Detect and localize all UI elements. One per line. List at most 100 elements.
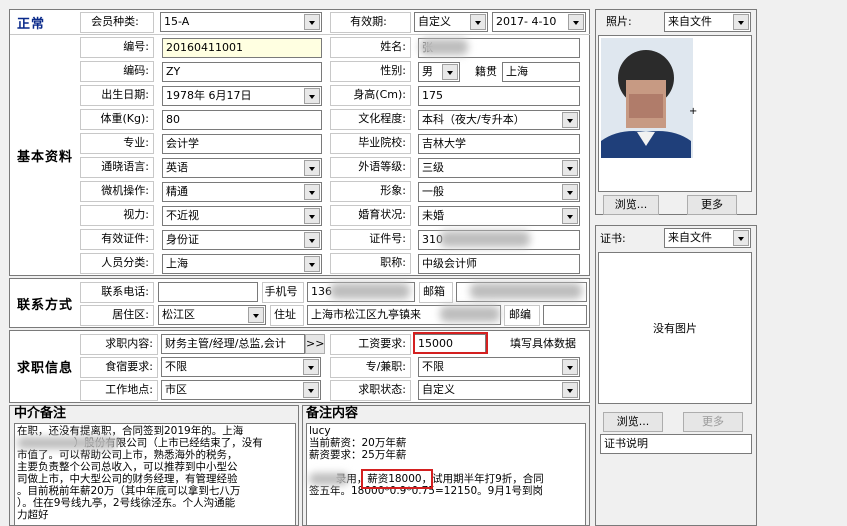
title-field[interactable]: 中级会计师 xyxy=(418,254,580,274)
chevron-down-icon[interactable] xyxy=(733,230,749,246)
valid-date-picker[interactable]: 2017- 4-10 xyxy=(492,12,586,32)
postcode-field[interactable] xyxy=(543,305,587,325)
certificate-frame: 没有图片 xyxy=(598,252,752,404)
code-field[interactable]: ZY xyxy=(162,62,322,82)
member-type-select[interactable]: 15-A xyxy=(160,12,322,32)
height-field[interactable]: 175 xyxy=(418,86,580,106)
valid-mode-select[interactable]: 自定义 xyxy=(414,12,488,32)
birth-date-picker[interactable]: 1978年 6月17日 xyxy=(162,86,322,106)
job-section-title: 求职信息 xyxy=(16,361,73,376)
chevron-down-icon[interactable] xyxy=(470,14,486,30)
code-label: 编码: xyxy=(80,61,154,82)
chevron-down-icon[interactable] xyxy=(562,160,578,176)
photo-more-button[interactable]: 更多 xyxy=(687,195,737,215)
redacted-mask xyxy=(440,231,530,247)
content-field[interactable]: 财务主管/经理/总监,会计 xyxy=(161,334,305,354)
photo-source-select[interactable]: 来自文件 xyxy=(664,12,751,32)
location-select[interactable]: 市区 xyxy=(161,380,321,400)
id-field[interactable]: 20160411001 xyxy=(162,38,322,58)
chevron-down-icon[interactable] xyxy=(303,359,319,375)
note-line: 力超好 xyxy=(17,509,49,521)
major-label: 专业: xyxy=(80,133,154,154)
redacted-mask xyxy=(17,437,117,449)
valid-label: 有效期: xyxy=(330,12,411,33)
computer-select[interactable]: 精通 xyxy=(162,182,322,202)
language-select[interactable]: 英语 xyxy=(162,158,322,178)
chevron-down-icon[interactable] xyxy=(303,382,319,398)
weight-field[interactable]: 80 xyxy=(162,110,322,130)
certificate-browse-button[interactable]: 浏览... xyxy=(603,412,663,432)
status-select[interactable]: 自定义 xyxy=(418,380,580,400)
image-select[interactable]: 一般 xyxy=(418,182,580,202)
district-label: 居住区: xyxy=(80,305,154,326)
chevron-down-icon[interactable] xyxy=(304,184,320,200)
chevron-down-icon[interactable] xyxy=(304,208,320,224)
note-line: 在职，还没有提离职，合同签到2019年的。上海 xyxy=(17,425,244,437)
chevron-down-icon[interactable] xyxy=(304,232,320,248)
remark-line: 当前薪资：20万年薪 xyxy=(309,437,407,449)
phone-field[interactable] xyxy=(158,282,258,302)
marital-select[interactable]: 未婚 xyxy=(418,206,580,226)
chevron-down-icon[interactable] xyxy=(304,160,320,176)
certificate-label: 证书: xyxy=(600,232,626,245)
board-label: 食宿要求: xyxy=(80,357,158,378)
chevron-down-icon[interactable] xyxy=(568,14,584,30)
district-select[interactable]: 松江区 xyxy=(158,305,266,325)
chevron-down-icon[interactable] xyxy=(562,112,578,128)
gender-label: 性别: xyxy=(330,61,411,82)
school-field[interactable]: 吉林大学 xyxy=(418,134,580,154)
agency-notes-title: 中介备注 xyxy=(14,406,67,421)
gender-select[interactable]: 男 xyxy=(418,62,460,82)
doc-select[interactable]: 身份证 xyxy=(162,230,322,250)
chevron-down-icon[interactable] xyxy=(442,64,458,80)
chevron-down-icon[interactable] xyxy=(304,256,320,272)
redacted-mask xyxy=(330,283,410,299)
id-label: 编号: xyxy=(80,37,154,58)
content-label: 求职内容: xyxy=(80,334,158,355)
lang-level-label: 外语等级: xyxy=(330,157,411,178)
certificate-desc-field[interactable]: 证书说明 xyxy=(600,434,752,454)
parttime-select[interactable]: 不限 xyxy=(418,357,580,377)
image-label: 形象: xyxy=(330,181,411,202)
title-label: 职称: xyxy=(330,253,411,274)
chevron-down-icon[interactable] xyxy=(248,307,264,323)
parttime-label: 专/兼职: xyxy=(330,357,411,378)
note-line: 市值了。可以帮助公司上市，熟悉海外的税务， xyxy=(17,449,238,461)
redacted-mask xyxy=(440,306,500,322)
weight-label: 体重(Kg): xyxy=(80,109,154,130)
certificate-more-button[interactable]: 更多 xyxy=(683,412,743,432)
category-select[interactable]: 上海 xyxy=(162,254,322,274)
photo-label: 照片: xyxy=(606,15,632,28)
chevron-down-icon[interactable] xyxy=(562,208,578,224)
certificate-source-select[interactable]: 来自文件 xyxy=(664,228,751,248)
major-field[interactable]: 会计学 xyxy=(162,134,322,154)
photo-browse-button[interactable]: 浏览... xyxy=(603,195,659,215)
lang-level-select[interactable]: 三级 xyxy=(418,158,580,178)
remarks-textarea[interactable]: lucy 当前薪资：20万年薪 薪资要求：25万年薪 录用，薪资18000，试用… xyxy=(306,423,586,526)
board-select[interactable]: 不限 xyxy=(161,357,321,377)
education-label: 文化程度: xyxy=(330,109,411,130)
svg-text:+: + xyxy=(689,106,697,117)
chevron-down-icon[interactable] xyxy=(562,359,578,375)
chevron-down-icon[interactable] xyxy=(733,14,749,30)
name-label: 姓名: xyxy=(330,37,411,58)
more-content-button[interactable]: >> xyxy=(305,334,325,354)
chevron-down-icon[interactable] xyxy=(304,88,320,104)
height-label: 身高(Cm): xyxy=(330,85,411,106)
remark-line: lucy xyxy=(309,425,331,437)
birth-label: 出生日期: xyxy=(80,85,154,106)
chevron-down-icon[interactable] xyxy=(304,14,320,30)
note-line: 主要负责整个公司总收入，可以推荐到中小型公 xyxy=(17,461,238,473)
agency-notes-textarea[interactable]: 在职，还没有提离职，合同签到2019年的。上海 ）股份有限公司（上市已经结束了，… xyxy=(14,423,296,526)
address-label: 住址 xyxy=(270,305,304,326)
note-line: 司做上市，中大型公司的财务经理，有管理经验 xyxy=(17,473,238,485)
hometown-field[interactable]: 上海 xyxy=(502,62,580,82)
education-select[interactable]: 本科（夜大/专升本） xyxy=(418,110,580,130)
contact-section-title: 联系方式 xyxy=(16,297,73,313)
highlight-box xyxy=(413,332,488,354)
location-label: 工作地点: xyxy=(80,380,158,401)
chevron-down-icon[interactable] xyxy=(562,382,578,398)
vision-select[interactable]: 不近视 xyxy=(162,206,322,226)
redacted-mask xyxy=(420,39,468,55)
chevron-down-icon[interactable] xyxy=(562,184,578,200)
